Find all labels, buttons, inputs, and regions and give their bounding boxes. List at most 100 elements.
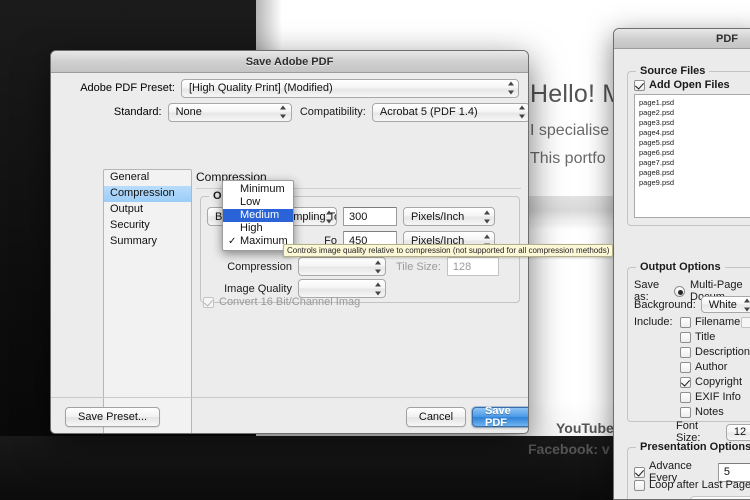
add-open-files-label: Add Open Files bbox=[649, 79, 730, 91]
right-dialog-title: PDF bbox=[716, 33, 738, 45]
save-as-radio[interactable] bbox=[674, 286, 685, 297]
save-preset-button[interactable]: Save Preset... bbox=[65, 407, 160, 427]
list-item[interactable]: page5.psd bbox=[639, 138, 750, 148]
compression-row: Compression Tile Size: 128 bbox=[207, 257, 499, 276]
tooltip-text: Controls image quality relative to compr… bbox=[287, 246, 609, 255]
advance-every-checkbox[interactable] bbox=[634, 467, 645, 478]
downsample-unit-select[interactable]: Pixels/Inch bbox=[403, 207, 495, 226]
author-checkbox[interactable] bbox=[680, 362, 691, 373]
document-youtube-label: YouTube: bbox=[556, 420, 618, 436]
font-size-select[interactable]: 12 bbox=[726, 424, 750, 441]
downsample-resolution-input[interactable]: 300 bbox=[343, 207, 397, 226]
chevron-updown-icon bbox=[374, 260, 381, 273]
sidebar-item-output[interactable]: Output bbox=[104, 202, 191, 218]
loop-checkbox[interactable] bbox=[634, 480, 645, 491]
sidebar-item-compression[interactable]: Compression bbox=[104, 186, 191, 202]
dialog-footer: Save Preset... Cancel Save PDF bbox=[51, 397, 529, 434]
chevron-updown-icon bbox=[374, 282, 381, 295]
chevron-updown-icon bbox=[280, 106, 287, 119]
list-item[interactable]: page4.psd bbox=[639, 128, 750, 138]
presentation-options-group-title: Presentation Options bbox=[636, 441, 750, 453]
notes-checkbox[interactable] bbox=[680, 407, 691, 418]
chevron-updown-icon bbox=[483, 210, 490, 223]
loop-after-last-page-row[interactable]: Loop after Last Page bbox=[634, 479, 750, 491]
include-extension-row: Ext bbox=[741, 316, 750, 328]
font-size-value: 12 bbox=[734, 426, 746, 438]
list-item[interactable]: page3.psd bbox=[639, 118, 750, 128]
tile-size-input: 128 bbox=[447, 257, 499, 276]
author-label: Author bbox=[695, 361, 727, 373]
include-label-cell: Include: bbox=[634, 316, 673, 328]
convert-16bit-label: Convert 16 Bit/Channel Imag bbox=[219, 296, 360, 308]
right-dialog-titlebar[interactable]: PDF bbox=[614, 29, 750, 49]
copyright-checkbox[interactable] bbox=[680, 377, 691, 388]
preset-row: Adobe PDF Preset: [High Quality Print] (… bbox=[51, 77, 529, 99]
sidebar-item-summary[interactable]: Summary bbox=[104, 234, 191, 250]
tile-size-value: 128 bbox=[453, 261, 471, 273]
include-title-row[interactable]: Title bbox=[680, 331, 715, 343]
settings-category-list[interactable]: General Compression Output Security Summ… bbox=[103, 169, 192, 434]
compatibility-value: Acrobat 5 (PDF 1.4) bbox=[380, 106, 478, 118]
compression-select[interactable] bbox=[298, 257, 386, 276]
tooltip: Controls image quality relative to compr… bbox=[283, 244, 613, 257]
background-select[interactable]: White bbox=[701, 296, 750, 313]
include-author-row[interactable]: Author bbox=[680, 361, 727, 373]
background-row: Background: White bbox=[634, 296, 750, 313]
convert-16bit-row: Convert 16 Bit/Channel Imag bbox=[203, 296, 360, 308]
output-options-group-title: Output Options bbox=[636, 261, 725, 273]
include-notes-row[interactable]: Notes bbox=[680, 406, 724, 418]
chevron-updown-icon bbox=[325, 210, 332, 223]
menu-item-high[interactable]: High bbox=[223, 222, 293, 235]
list-item[interactable]: page9.psd bbox=[639, 178, 750, 188]
include-description-row[interactable]: Description bbox=[680, 346, 750, 358]
include-label: Include: bbox=[634, 316, 673, 328]
document-heading: Hello! M bbox=[530, 80, 623, 109]
source-files-list[interactable]: page1.psd page2.psd page3.psd page4.psd … bbox=[634, 94, 750, 218]
preset-label: Adobe PDF Preset: bbox=[51, 82, 181, 94]
exif-info-label: EXIF Info bbox=[695, 391, 741, 403]
sidebar-item-security[interactable]: Security bbox=[104, 218, 191, 234]
filename-checkbox[interactable] bbox=[680, 317, 691, 328]
include-filename-row[interactable]: Filename bbox=[680, 316, 740, 328]
filename-label: Filename bbox=[695, 316, 740, 328]
compatibility-select[interactable]: Acrobat 5 (PDF 1.4) bbox=[372, 103, 529, 122]
background-select-value: White bbox=[709, 299, 737, 311]
chevron-updown-icon bbox=[744, 298, 750, 311]
menu-item-minimum[interactable]: Minimum bbox=[223, 183, 293, 196]
preset-value: [High Quality Print] (Modified) bbox=[189, 82, 333, 94]
preset-select[interactable]: [High Quality Print] (Modified) bbox=[181, 79, 519, 98]
title-checkbox[interactable] bbox=[680, 332, 691, 343]
standard-select[interactable]: None bbox=[168, 103, 292, 122]
description-checkbox[interactable] bbox=[680, 347, 691, 358]
menu-item-low[interactable]: Low bbox=[223, 196, 293, 209]
list-item[interactable]: page6.psd bbox=[639, 148, 750, 158]
list-item[interactable]: page1.psd bbox=[639, 98, 750, 108]
document-facebook-label: Facebook: v bbox=[528, 441, 610, 457]
include-copyright-row[interactable]: Copyright bbox=[680, 376, 742, 388]
title-label: Title bbox=[695, 331, 715, 343]
transition-row: Transition: None bbox=[634, 496, 750, 500]
dialog-titlebar[interactable]: Save Adobe PDF bbox=[51, 51, 528, 73]
compression-label: Compression bbox=[207, 261, 292, 273]
extension-checkbox bbox=[741, 317, 750, 328]
add-open-files-checkbox-row[interactable]: Add Open Files bbox=[634, 79, 730, 91]
cancel-button[interactable]: Cancel bbox=[406, 407, 466, 427]
save-pdf-button[interactable]: Save PDF bbox=[472, 407, 529, 427]
document-paragraph-line-2: This portfo bbox=[530, 150, 606, 168]
image-quality-label: Image Quality bbox=[207, 283, 292, 295]
advance-every-value: 5 bbox=[724, 466, 730, 478]
image-quality-dropdown-menu[interactable]: Minimum Low Medium High ✓ Maximum bbox=[222, 180, 294, 251]
sidebar-item-general[interactable]: General bbox=[104, 170, 191, 186]
downsample-unit-value: Pixels/Inch bbox=[411, 211, 464, 223]
menu-item-medium[interactable]: Medium bbox=[223, 209, 293, 222]
document-paragraph-line-1: I specialise bbox=[530, 122, 609, 140]
list-item[interactable]: page7.psd bbox=[639, 158, 750, 168]
menu-item-label: Maximum bbox=[240, 235, 288, 247]
tile-size-label: Tile Size: bbox=[396, 261, 441, 273]
list-item[interactable]: page2.psd bbox=[639, 108, 750, 118]
add-open-files-checkbox[interactable] bbox=[634, 80, 645, 91]
exif-info-checkbox[interactable] bbox=[680, 392, 691, 403]
list-item[interactable]: page8.psd bbox=[639, 168, 750, 178]
include-exif-row[interactable]: EXIF Info bbox=[680, 391, 741, 403]
copyright-label: Copyright bbox=[695, 376, 742, 388]
